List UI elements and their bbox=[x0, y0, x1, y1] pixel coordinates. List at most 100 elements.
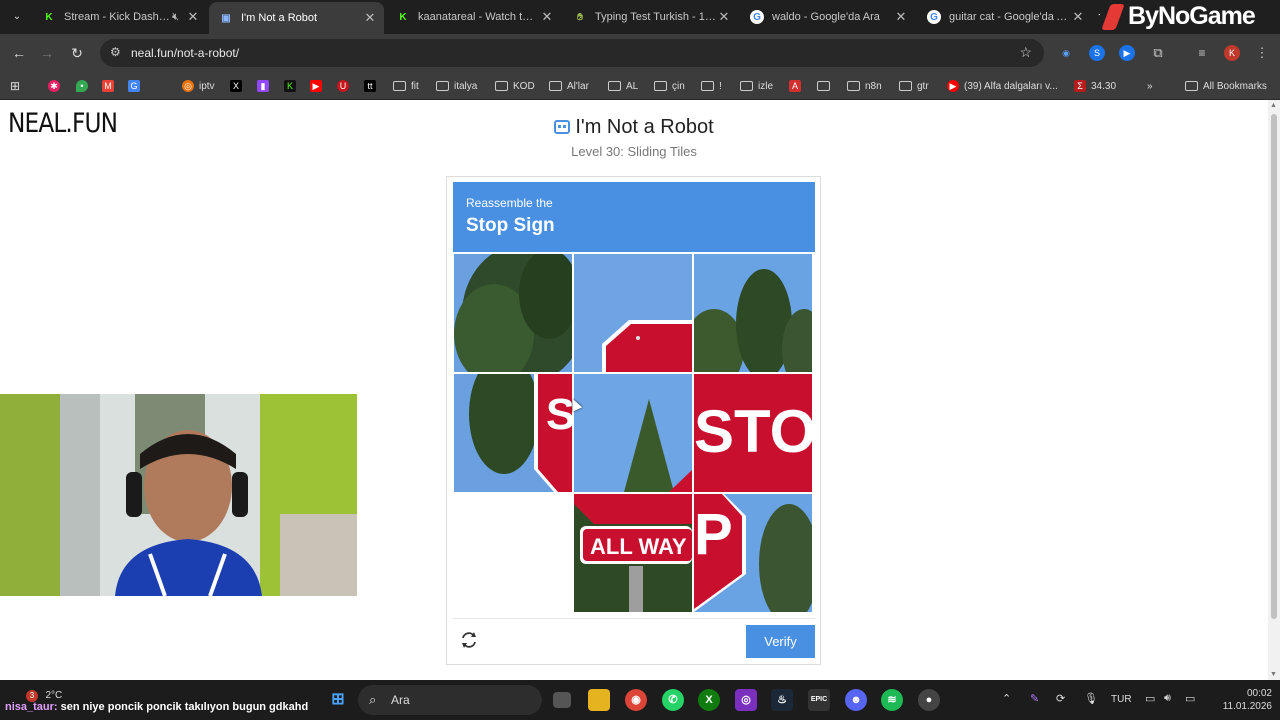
reading-list-icon[interactable]: ≡ bbox=[1194, 45, 1210, 61]
chrome-icon[interactable]: ◉ bbox=[625, 689, 647, 711]
close-tab-icon[interactable]: ✕ bbox=[539, 9, 555, 25]
tile-r2-c2[interactable]: P bbox=[694, 494, 812, 612]
bookmark-folder-n8n[interactable]: n8n bbox=[847, 78, 882, 94]
bookmark-x-icon[interactable]: X bbox=[230, 78, 247, 94]
bookmark-3430[interactable]: Σ 34.30 bbox=[1074, 78, 1116, 94]
reload-icon[interactable]: ↻ bbox=[68, 44, 86, 62]
obs-icon[interactable]: ◎ bbox=[735, 689, 757, 711]
bookmark-folder-izle[interactable]: izle bbox=[740, 78, 773, 94]
tile-r2-c1[interactable]: ALL WAY bbox=[574, 494, 692, 612]
tab-kick-dashboard[interactable]: K Stream - Kick Dashboa 🔇︎ ✕ bbox=[32, 4, 207, 30]
play-ext-icon[interactable]: ▶ bbox=[1119, 45, 1135, 61]
bookmark-gmail-icon[interactable]: M bbox=[102, 78, 119, 94]
page-scrollbar[interactable]: ▲ ▼ bbox=[1268, 100, 1280, 680]
scroll-thumb[interactable] bbox=[1271, 114, 1277, 619]
network-icon[interactable]: ▭ bbox=[1145, 692, 1155, 705]
bookmark-translate-icon[interactable]: G bbox=[128, 78, 145, 94]
volume-icon[interactable]: 🔊︎ bbox=[1164, 692, 1171, 705]
bookmark-folder-cin[interactable]: çin bbox=[654, 78, 685, 94]
all-bookmarks[interactable]: All Bookmarks bbox=[1185, 78, 1267, 94]
verify-button[interactable]: Verify bbox=[746, 625, 815, 658]
apps-icon[interactable]: ⊞ bbox=[10, 78, 20, 94]
bookmark-folder-italya[interactable]: italya bbox=[436, 78, 477, 94]
folder-icon bbox=[393, 81, 406, 91]
back-icon[interactable]: ← bbox=[10, 44, 28, 62]
audio-ext-icon[interactable]: ◉ bbox=[1058, 45, 1074, 61]
url-text[interactable]: neal.fun/not-a-robot/ bbox=[131, 46, 239, 60]
bookmark-pdf-icon[interactable]: A bbox=[789, 78, 806, 94]
tile-r0-c1[interactable] bbox=[574, 254, 692, 372]
bookmark-label: 34.30 bbox=[1091, 80, 1117, 92]
discord-icon[interactable]: ☻ bbox=[845, 689, 867, 711]
tile-r0-c2[interactable] bbox=[694, 254, 812, 372]
bookmark-star-icon[interactable]: ☆ bbox=[1019, 44, 1032, 61]
steam-icon[interactable]: ♨ bbox=[771, 689, 793, 711]
close-tab-icon[interactable]: ✕ bbox=[185, 9, 201, 25]
tile-r0-c0[interactable] bbox=[454, 254, 572, 372]
profile-avatar[interactable]: K bbox=[1224, 45, 1240, 61]
webcam-image bbox=[0, 394, 357, 596]
spotify-icon[interactable]: ≋ bbox=[881, 689, 903, 711]
bookmark-kick-icon[interactable]: K bbox=[284, 78, 301, 94]
bookmark-folder-allar[interactable]: Al'lar bbox=[549, 78, 589, 94]
refresh-icon[interactable] bbox=[459, 630, 479, 650]
more-bookmarks-icon[interactable]: » bbox=[1147, 78, 1153, 94]
tile-r1-c1[interactable] bbox=[574, 374, 692, 492]
epic-games-icon[interactable]: EPIC bbox=[808, 689, 830, 711]
windows-start-icon[interactable]: ⊞ bbox=[327, 689, 349, 711]
bookmark-folder-exclaim[interactable]: ! bbox=[701, 78, 722, 94]
tab-not-a-robot[interactable]: ▣ I'm Not a Robot ✕ bbox=[209, 2, 384, 34]
bookmark-maps-icon[interactable]: • bbox=[76, 78, 93, 94]
bookmark-folder-gtr[interactable]: gtr bbox=[899, 78, 929, 94]
tile-r1-c0[interactable]: S bbox=[454, 374, 572, 492]
shazam-ext-icon[interactable]: S bbox=[1089, 45, 1105, 61]
tab-typing-test[interactable]: ✋︎ Typing Test Turkish - 10Fa ✕ bbox=[563, 4, 738, 30]
scroll-up-icon[interactable]: ▲ bbox=[1270, 102, 1277, 109]
whatsapp-icon[interactable]: ✆ bbox=[662, 689, 684, 711]
svg-text:ALL WAY: ALL WAY bbox=[590, 534, 687, 559]
close-tab-icon[interactable]: ✕ bbox=[893, 9, 909, 25]
bookmark-youtube-icon[interactable]: ▶ bbox=[310, 78, 327, 94]
sync-tray-icon[interactable]: ⟳ bbox=[1056, 692, 1065, 705]
bookmark-folder-kod[interactable]: KOD bbox=[495, 78, 535, 94]
close-tab-icon[interactable]: ✕ bbox=[716, 9, 732, 25]
bookmark-pinwheel-icon[interactable]: ✱ bbox=[48, 78, 65, 94]
tab-title: kaanatareal - Watch the V bbox=[418, 11, 539, 23]
extensions-icon[interactable]: ⧉ bbox=[1150, 45, 1166, 61]
bookmark-folder-unnamed[interactable] bbox=[817, 78, 835, 94]
taskbar-search[interactable]: ⌕ Ara bbox=[358, 685, 542, 715]
bookmark-iptv[interactable]: ◎ iptv bbox=[182, 78, 215, 94]
bookmark-tt-icon[interactable]: tt bbox=[364, 78, 381, 94]
mute-icon[interactable]: 🔇︎ bbox=[172, 11, 179, 24]
forward-icon[interactable]: → bbox=[38, 44, 56, 62]
bookmark-label: ! bbox=[719, 80, 722, 92]
microphone-icon[interactable]: 🎙︎ bbox=[1084, 692, 1098, 705]
captcha-card: Reassemble the Stop Sign S STO ALL WAY P… bbox=[446, 176, 821, 665]
language-indicator[interactable]: TUR bbox=[1111, 694, 1132, 705]
close-tab-icon[interactable]: ✕ bbox=[1070, 9, 1086, 25]
weather-temperature: 2°C bbox=[45, 690, 63, 701]
tab-kaanatareal[interactable]: K kaanatareal - Watch the V ✕ bbox=[386, 4, 561, 30]
address-bar[interactable]: ⚙︎ neal.fun/not-a-robot/ ☆ bbox=[100, 39, 1044, 67]
close-tab-icon[interactable]: ✕ bbox=[362, 10, 378, 26]
bookmark-u-icon[interactable]: U bbox=[337, 78, 354, 94]
bookmark-folder-fit[interactable]: fit bbox=[393, 78, 419, 94]
scroll-down-icon[interactable]: ▼ bbox=[1270, 671, 1277, 678]
tile-r1-c2[interactable]: STO bbox=[694, 374, 812, 492]
bookmark-alfa-dalgalari[interactable]: ▶ (39) Alfa dalgaları v... bbox=[947, 78, 1058, 94]
battery-icon[interactable]: ▭ bbox=[1185, 692, 1195, 705]
site-info-icon[interactable]: ⚙︎ bbox=[110, 45, 121, 59]
pen-tray-icon[interactable]: ✎ bbox=[1030, 692, 1039, 705]
obs-studio-icon[interactable]: ● bbox=[918, 689, 940, 711]
menu-icon[interactable]: ⋮ bbox=[1254, 45, 1270, 61]
file-explorer-icon[interactable] bbox=[588, 689, 610, 711]
tab-search-icon[interactable]: ⌄ bbox=[8, 8, 26, 26]
tray-overflow-icon[interactable]: ⌃ bbox=[1002, 692, 1011, 705]
tab-guitar-cat[interactable]: G guitar cat - Google'da Ara ✕ bbox=[917, 4, 1092, 30]
bookmark-twitch-icon[interactable]: ▮ bbox=[257, 78, 274, 94]
clock[interactable]: 00:02 11.01.2026 bbox=[1212, 687, 1272, 713]
tab-waldo[interactable]: G waldo - Google'da Ara ✕ bbox=[740, 4, 915, 30]
bookmark-folder-al[interactable]: AL bbox=[608, 78, 638, 94]
task-view-icon[interactable] bbox=[553, 692, 571, 708]
xbox-icon[interactable]: X bbox=[698, 689, 720, 711]
